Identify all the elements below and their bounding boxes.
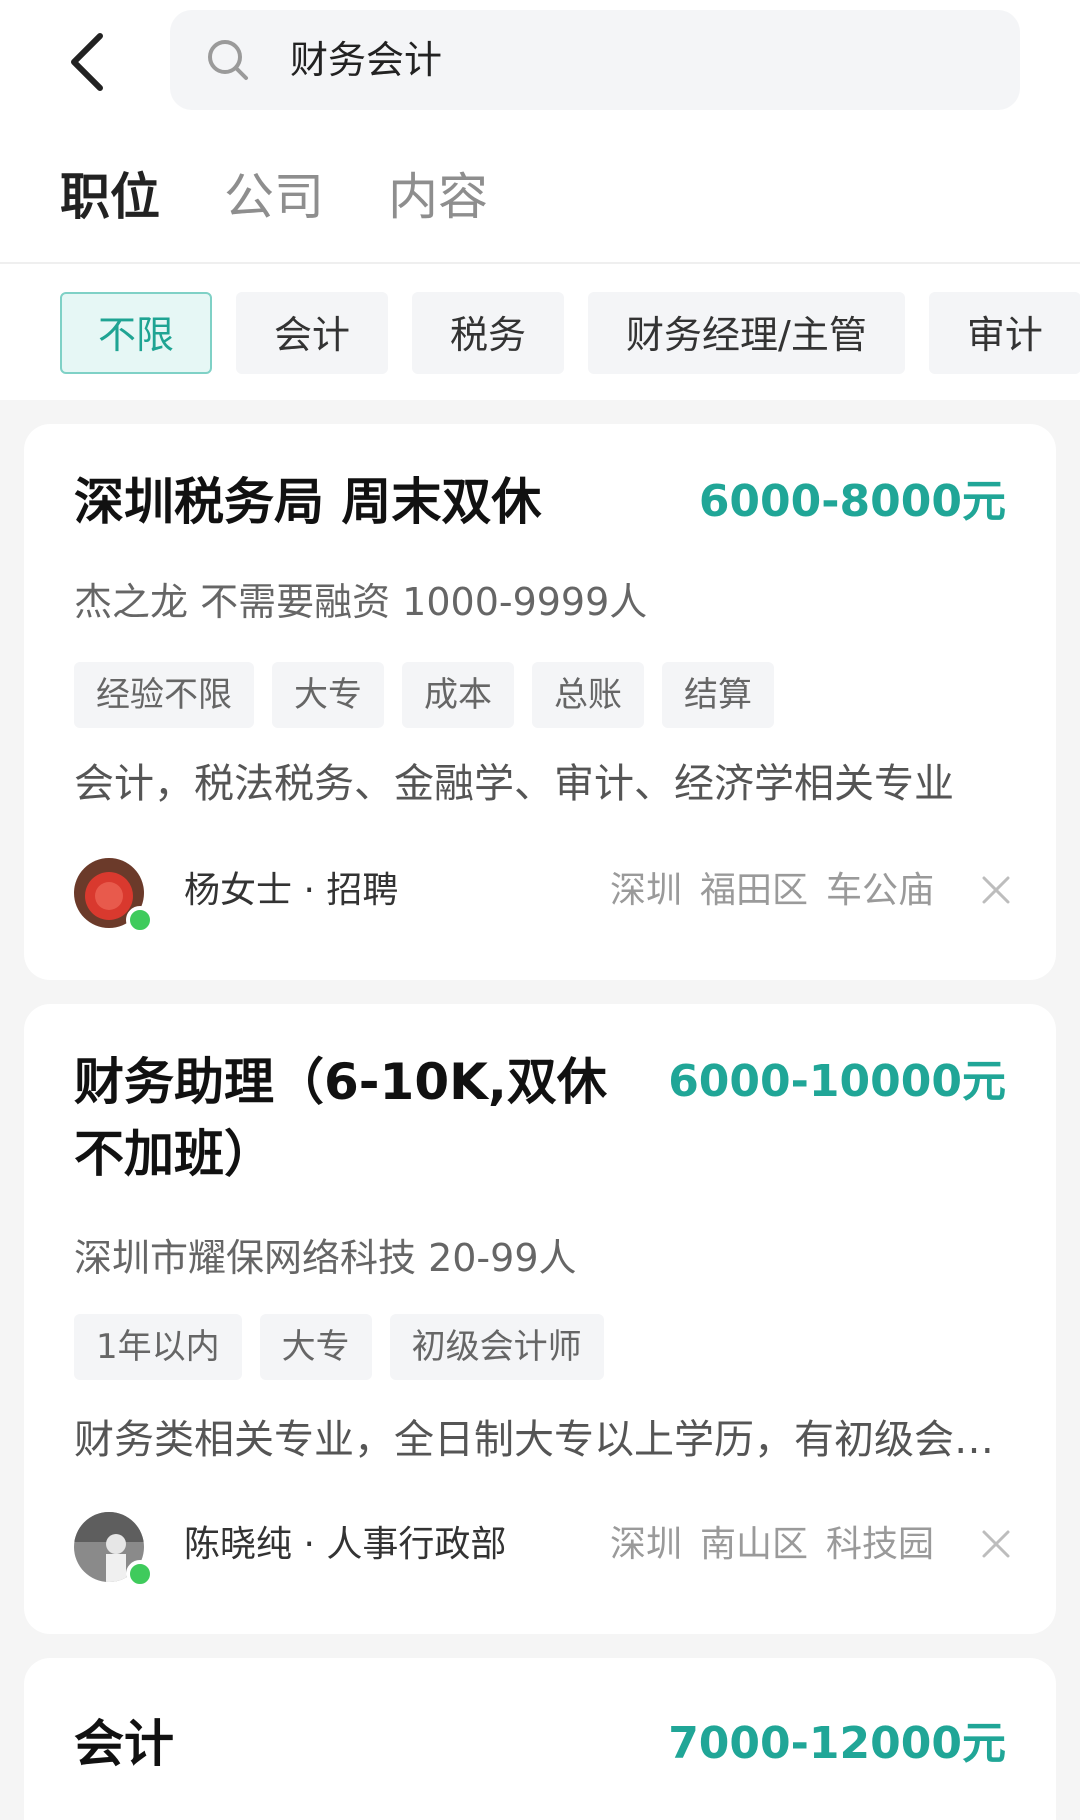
filter-chips: 不限 会计 税务 财务经理/主管 审计 xyxy=(60,292,1080,374)
location-district: 南山区 xyxy=(699,1524,808,1565)
job-salary: 6000-8000元 xyxy=(698,476,1006,527)
recruiter-name: 陈晓纯 · 人事行政部 xyxy=(184,1524,507,1565)
filter-chip-unlimited[interactable]: 不限 xyxy=(60,292,213,374)
close-icon[interactable] xyxy=(978,1526,1014,1562)
job-tag: 结算 xyxy=(662,662,774,728)
divider xyxy=(0,262,1080,264)
tab-companies[interactable]: 公司 xyxy=(224,165,324,235)
job-tag: 1年以内 xyxy=(74,1314,242,1380)
job-tag: 经验不限 xyxy=(74,662,254,728)
back-button[interactable] xyxy=(60,22,120,102)
job-salary: 7000-12000元 xyxy=(668,1718,1006,1769)
location-district: 福田区 xyxy=(699,870,808,911)
filter-chip-accounting[interactable]: 会计 xyxy=(236,292,389,374)
job-card[interactable]: 财务助理（6-10K,双休不加班） 6000-10000元 深圳市耀保网络科技 … xyxy=(24,1004,1056,1634)
search-icon xyxy=(208,40,248,80)
job-card[interactable]: 会计 7000-12000元 xyxy=(24,1658,1056,1820)
location-city: 深圳 xyxy=(609,870,682,911)
online-status-indicator xyxy=(126,1560,154,1588)
job-tag: 总账 xyxy=(532,662,644,728)
tab-positions[interactable]: 职位 xyxy=(60,165,160,235)
job-card[interactable]: 深圳税务局 周末双休 6000-8000元 杰之龙 不需要融资 1000-999… xyxy=(24,424,1056,980)
job-tag: 成本 xyxy=(402,662,514,728)
job-tags: 经验不限 大专 成本 总账 结算 xyxy=(74,662,792,728)
result-tabs: 职位 公司 内容 xyxy=(60,165,552,235)
search-query: 财务会计 xyxy=(290,38,443,82)
top-bar: 财务会计 职位 公司 内容 不限 会计 税务 财务经理/主管 审计 xyxy=(0,0,1080,400)
filter-chip-tax[interactable]: 税务 xyxy=(412,292,565,374)
location-city: 深圳 xyxy=(609,1524,682,1565)
online-status-indicator xyxy=(126,906,154,934)
job-tag: 大专 xyxy=(259,1314,372,1380)
job-title: 财务助理（6-10K,双休不加班） xyxy=(74,1053,607,1183)
job-description: 会计，税法税务、金融学、审计、经济学相关专业 xyxy=(74,761,954,807)
company-info: 杰之龙 不需要融资 1000-9999人 xyxy=(74,580,648,624)
search-input[interactable]: 财务会计 xyxy=(170,10,1020,110)
job-salary: 6000-10000元 xyxy=(668,1056,1006,1107)
close-icon[interactable] xyxy=(978,872,1014,908)
location-area: 车公庙 xyxy=(825,870,934,911)
job-location: 深圳 南山区 科技园 xyxy=(610,1520,934,1570)
tab-content[interactable]: 内容 xyxy=(388,165,488,235)
company-info: 深圳市耀保网络科技 20-99人 xyxy=(74,1236,577,1280)
recruiter-row: 杨女士 · 招聘 深圳 福田区 车公庙 xyxy=(74,852,1014,934)
filter-chip-finance-manager[interactable]: 财务经理/主管 xyxy=(588,292,905,374)
recruiter-name: 杨女士 · 招聘 xyxy=(184,870,399,911)
job-description: 财务类相关专业，全日制大专以上学历，有初级会计证 xyxy=(74,1417,1014,1463)
job-tags: 1年以内 大专 初级会计师 xyxy=(74,1314,622,1380)
job-location: 深圳 福田区 车公庙 xyxy=(610,866,934,916)
job-tag: 初级会计师 xyxy=(389,1314,604,1380)
job-tag: 大专 xyxy=(272,662,384,728)
recruiter-row: 陈晓纯 · 人事行政部 深圳 南山区 科技园 xyxy=(74,1506,1014,1588)
job-title: 会计 xyxy=(74,1715,174,1773)
filter-chip-audit[interactable]: 审计 xyxy=(928,292,1080,374)
chevron-left-icon xyxy=(71,33,103,91)
location-area: 科技园 xyxy=(825,1524,934,1565)
job-title: 深圳税务局 周末双休 xyxy=(74,473,542,531)
